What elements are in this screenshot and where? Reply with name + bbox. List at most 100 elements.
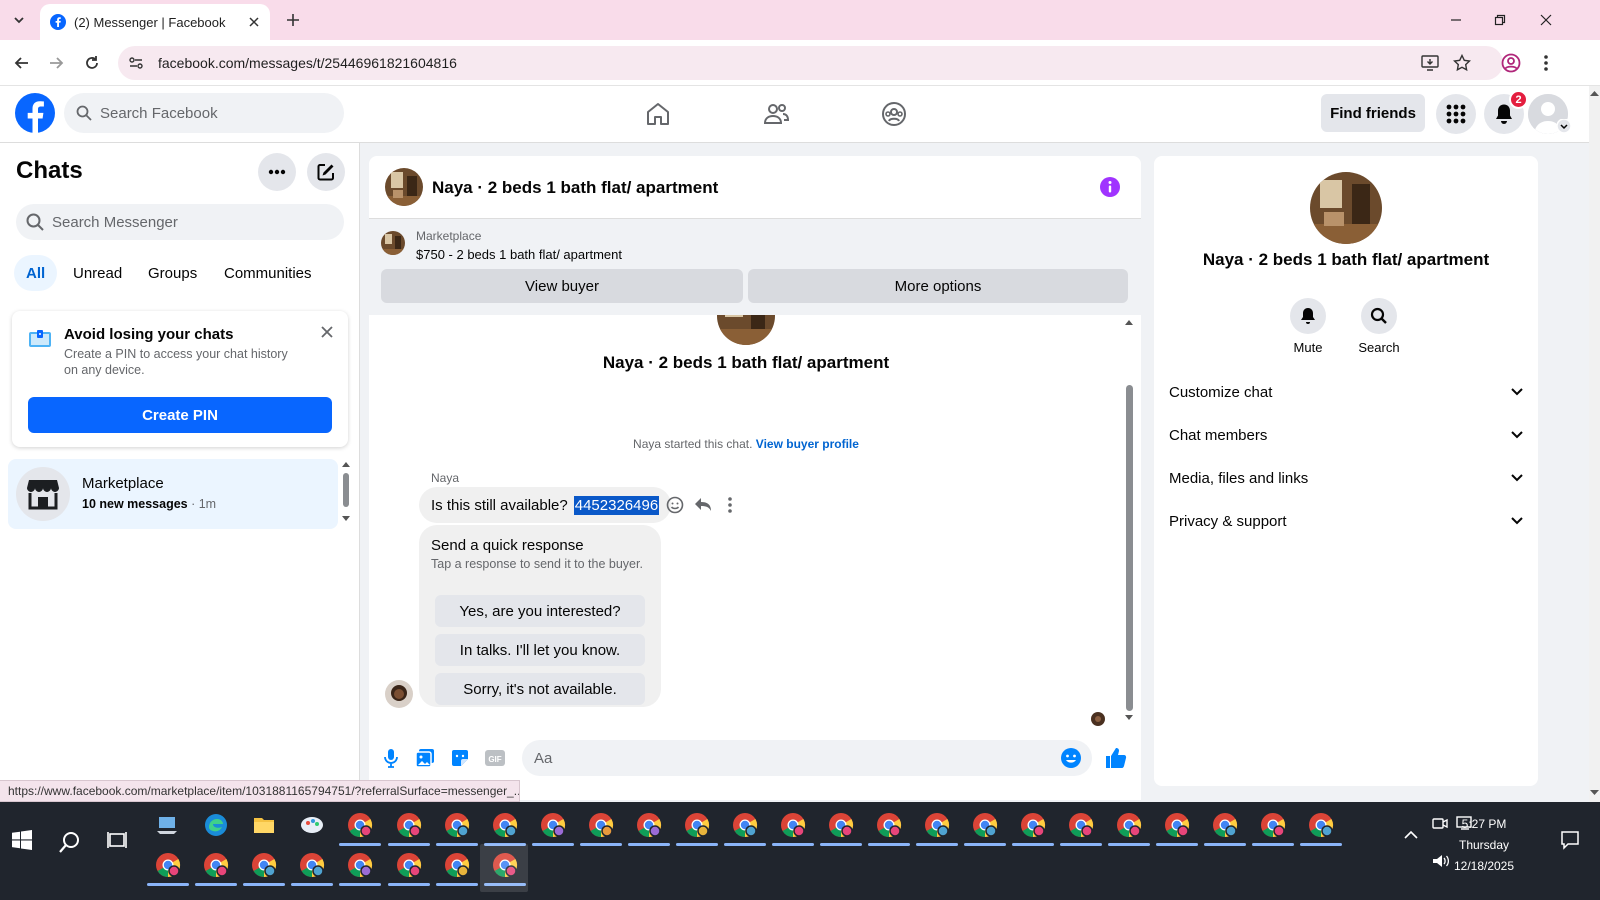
quick-response-not-available[interactable]: Sorry, it's not available. (435, 673, 645, 705)
tab-search-button[interactable] (6, 8, 32, 32)
windows-start-icon[interactable] (12, 830, 32, 850)
incoming-message-bubble[interactable]: Is this still available? 4452326496 (419, 487, 672, 523)
scroll-up-icon[interactable] (342, 461, 350, 467)
taskbar-paint[interactable] (297, 810, 327, 840)
taskbar-edge[interactable] (201, 810, 231, 840)
taskbar-chrome-window[interactable] (442, 850, 472, 880)
mute-button[interactable] (1290, 298, 1326, 334)
view-buyer-button[interactable]: View buyer (381, 269, 743, 303)
taskbar-chrome-window[interactable] (922, 810, 952, 840)
taskbar-chrome-window[interactable] (153, 850, 183, 880)
sticker-button[interactable] (448, 746, 472, 770)
taskbar-chrome-window[interactable] (490, 810, 520, 840)
taskbar-chrome-window[interactable] (586, 810, 616, 840)
restore-window-button[interactable] (1480, 6, 1520, 34)
site-info-icon[interactable] (128, 55, 144, 71)
taskbar-this-pc[interactable] (153, 810, 183, 840)
emoji-icon[interactable] (1060, 747, 1082, 769)
filter-all[interactable]: All (14, 255, 58, 291)
media-files-links-section[interactable]: Media, files and links (1169, 460, 1523, 496)
notifications-button[interactable]: 2 (1484, 90, 1528, 134)
mute-action[interactable]: Mute (1278, 298, 1338, 355)
filter-communities[interactable]: Communities (212, 255, 324, 291)
message-phone-number-selected[interactable]: 4452326496 (573, 495, 660, 515)
scroll-up-icon[interactable] (1590, 90, 1599, 96)
taskbar-chrome-window[interactable] (970, 810, 1000, 840)
view-buyer-profile-link[interactable]: View buyer profile (756, 437, 859, 451)
taskbar-chrome-window[interactable] (201, 850, 231, 880)
quick-response-in-talks[interactable]: In talks. I'll let you know. (435, 634, 645, 666)
conversation-avatar[interactable] (385, 168, 423, 206)
taskbar-chrome-window[interactable] (730, 810, 760, 840)
chats-scrollbar[interactable] (342, 459, 350, 529)
info-icon[interactable] (1099, 176, 1121, 198)
create-pin-button[interactable]: Create PIN (28, 397, 332, 433)
taskbar-chrome-window[interactable] (874, 810, 904, 840)
scroll-up-icon[interactable] (1125, 319, 1133, 325)
facebook-search-input[interactable]: Search Facebook (64, 93, 344, 133)
scrollbar-thumb[interactable] (1126, 385, 1133, 711)
show-hidden-icons-icon[interactable] (1404, 830, 1418, 840)
dismiss-pin-card-button[interactable] (316, 321, 338, 343)
nav-friends[interactable] (758, 96, 794, 132)
message-input[interactable]: Aa (522, 740, 1092, 776)
chat-members-section[interactable]: Chat members (1169, 417, 1523, 453)
sender-avatar[interactable] (385, 680, 413, 708)
forward-button[interactable] (42, 49, 70, 77)
close-window-button[interactable] (1526, 6, 1566, 34)
reply-button[interactable] (693, 495, 713, 515)
url-text[interactable]: facebook.com/messages/t/2544696182160481… (158, 55, 457, 71)
message-more-button[interactable] (720, 495, 740, 515)
messenger-search-input[interactable]: Search Messenger (16, 204, 344, 240)
filter-unread[interactable]: Unread (61, 255, 134, 291)
browser-menu-icon[interactable] (1538, 53, 1554, 73)
filter-groups[interactable]: Groups (136, 255, 209, 291)
taskbar-chrome-window[interactable] (1018, 810, 1048, 840)
taskbar-file-explorer[interactable] (249, 810, 279, 840)
quick-response-interested[interactable]: Yes, are you interested? (435, 595, 645, 627)
customize-chat-section[interactable]: Customize chat (1169, 374, 1523, 410)
send-like-button[interactable] (1104, 746, 1128, 770)
scroll-down-icon[interactable] (342, 516, 350, 522)
new-tab-button[interactable] (280, 8, 306, 32)
taskbar-chrome-window[interactable] (394, 850, 424, 880)
taskbar-chrome-window[interactable] (1162, 810, 1192, 840)
taskbar-chrome-window[interactable] (634, 810, 664, 840)
taskbar-chrome-window[interactable] (778, 810, 808, 840)
privacy-support-section[interactable]: Privacy & support (1169, 503, 1523, 539)
reload-button[interactable] (78, 49, 106, 77)
taskbar-chrome-window[interactable] (1066, 810, 1096, 840)
facebook-logo-icon[interactable] (15, 93, 55, 133)
conversation-title[interactable]: Naya · 2 beds 1 bath flat/ apartment (432, 178, 718, 198)
chat-list-item-marketplace[interactable]: Marketplace 10 new messages · 1m (8, 459, 338, 529)
bookmark-star-icon[interactable] (1453, 54, 1471, 72)
taskbar-chrome-window[interactable] (345, 810, 375, 840)
taskbar-chrome-window[interactable] (826, 810, 856, 840)
taskbar-chrome-window[interactable] (394, 810, 424, 840)
taskbar-chrome-window[interactable] (1306, 810, 1336, 840)
nav-groups[interactable] (876, 96, 912, 132)
address-bar[interactable]: facebook.com/messages/t/2544696182160481… (118, 46, 1503, 80)
details-avatar[interactable] (1310, 172, 1382, 244)
taskbar-chrome-window[interactable] (1114, 810, 1144, 840)
new-message-button[interactable] (307, 153, 345, 191)
scroll-down-icon[interactable] (1590, 790, 1599, 796)
scroll-down-icon[interactable] (1125, 715, 1133, 721)
nav-home[interactable] (640, 96, 676, 132)
listing-price-title[interactable]: $750 - 2 beds 1 bath flat/ apartment (416, 247, 622, 262)
find-friends-button[interactable]: Find friends (1321, 94, 1425, 132)
account-chevron-icon[interactable] (1557, 119, 1571, 133)
system-clock[interactable]: 5:27 PM Thursday 12/18/2025 (1444, 814, 1524, 877)
search-in-conversation-button[interactable] (1361, 298, 1397, 334)
profile-icon[interactable] (1501, 53, 1521, 73)
taskbar-chrome-window[interactable] (1258, 810, 1288, 840)
voice-clip-button[interactable] (379, 746, 403, 770)
minimize-window-button[interactable] (1436, 6, 1476, 34)
taskbar-chrome-window[interactable] (442, 810, 472, 840)
back-button[interactable] (8, 49, 36, 77)
more-options-button[interactable]: More options (748, 269, 1128, 303)
chats-options-button[interactable] (258, 153, 296, 191)
close-tab-icon[interactable] (248, 16, 260, 28)
menu-button[interactable] (1436, 94, 1476, 134)
search-action[interactable]: Search (1349, 298, 1409, 355)
